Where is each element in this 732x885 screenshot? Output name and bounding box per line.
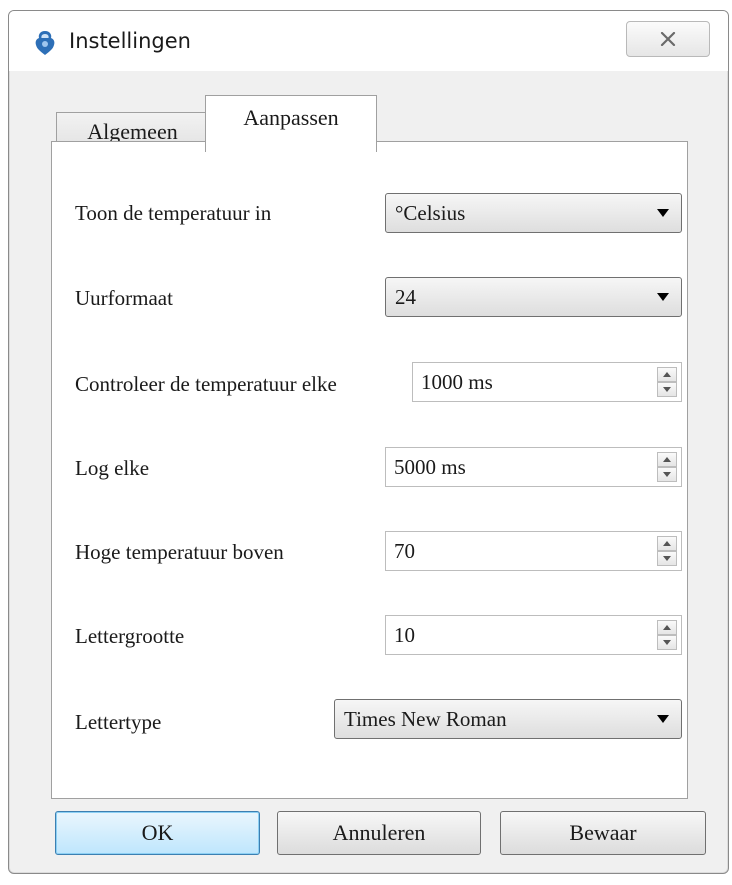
window-title: Instellingen (69, 29, 191, 53)
check-interval-label: Controleer de temperatuur elke (75, 372, 337, 396)
chevron-down-icon (657, 715, 669, 723)
check-interval-spinbox[interactable]: 1000 ms (412, 362, 682, 402)
close-button[interactable] (626, 21, 710, 57)
font-family-value: Times New Roman (344, 707, 507, 731)
hour-format-dropdown[interactable]: 24 (385, 277, 682, 317)
check-interval-stepper (657, 367, 677, 397)
high-temp-value: 70 (394, 539, 415, 563)
title-bar: Instellingen (9, 11, 728, 71)
chevron-down-icon (657, 209, 669, 217)
decrement-icon[interactable] (657, 635, 677, 650)
high-temp-spinbox[interactable]: 70 (385, 531, 682, 571)
high-temp-label: Hoge temperatuur boven (75, 540, 284, 564)
font-size-stepper (657, 620, 677, 650)
chevron-down-icon (657, 293, 669, 301)
decrement-icon[interactable] (657, 551, 677, 566)
increment-icon[interactable] (657, 452, 677, 467)
font-size-spinbox[interactable]: 10 (385, 615, 682, 655)
tab-aanpassen[interactable]: Aanpassen (205, 95, 377, 152)
ok-button[interactable]: OK (55, 811, 260, 855)
close-icon (660, 32, 676, 46)
check-interval-value: 1000 ms (421, 370, 493, 394)
font-size-label: Lettergrootte (75, 624, 185, 648)
settings-dialog: Instellingen Algemeen Aanpassen Toon de … (8, 10, 729, 874)
aanpassen-panel: Toon de temperatuur in °Celsius Uurforma… (51, 141, 688, 799)
log-interval-stepper (657, 452, 677, 482)
log-interval-label: Log elke (75, 456, 150, 480)
hour-format-label: Uurformaat (75, 286, 173, 310)
increment-icon[interactable] (657, 536, 677, 551)
hour-format-value: 24 (395, 285, 416, 309)
font-size-value: 10 (394, 623, 415, 647)
app-icon (35, 31, 55, 55)
temperature-unit-label: Toon de temperatuur in (75, 201, 272, 225)
log-interval-value: 5000 ms (394, 455, 466, 479)
temperature-unit-value: °Celsius (395, 201, 466, 225)
temperature-unit-dropdown[interactable]: °Celsius (385, 193, 682, 233)
decrement-icon[interactable] (657, 467, 677, 482)
increment-icon[interactable] (657, 620, 677, 635)
font-family-dropdown[interactable]: Times New Roman (334, 699, 682, 739)
high-temp-stepper (657, 536, 677, 566)
decrement-icon[interactable] (657, 382, 677, 397)
save-button[interactable]: Bewaar (500, 811, 706, 855)
font-family-label: Lettertype (75, 710, 162, 734)
cancel-button[interactable]: Annuleren (277, 811, 481, 855)
log-interval-spinbox[interactable]: 5000 ms (385, 447, 682, 487)
increment-icon[interactable] (657, 367, 677, 382)
